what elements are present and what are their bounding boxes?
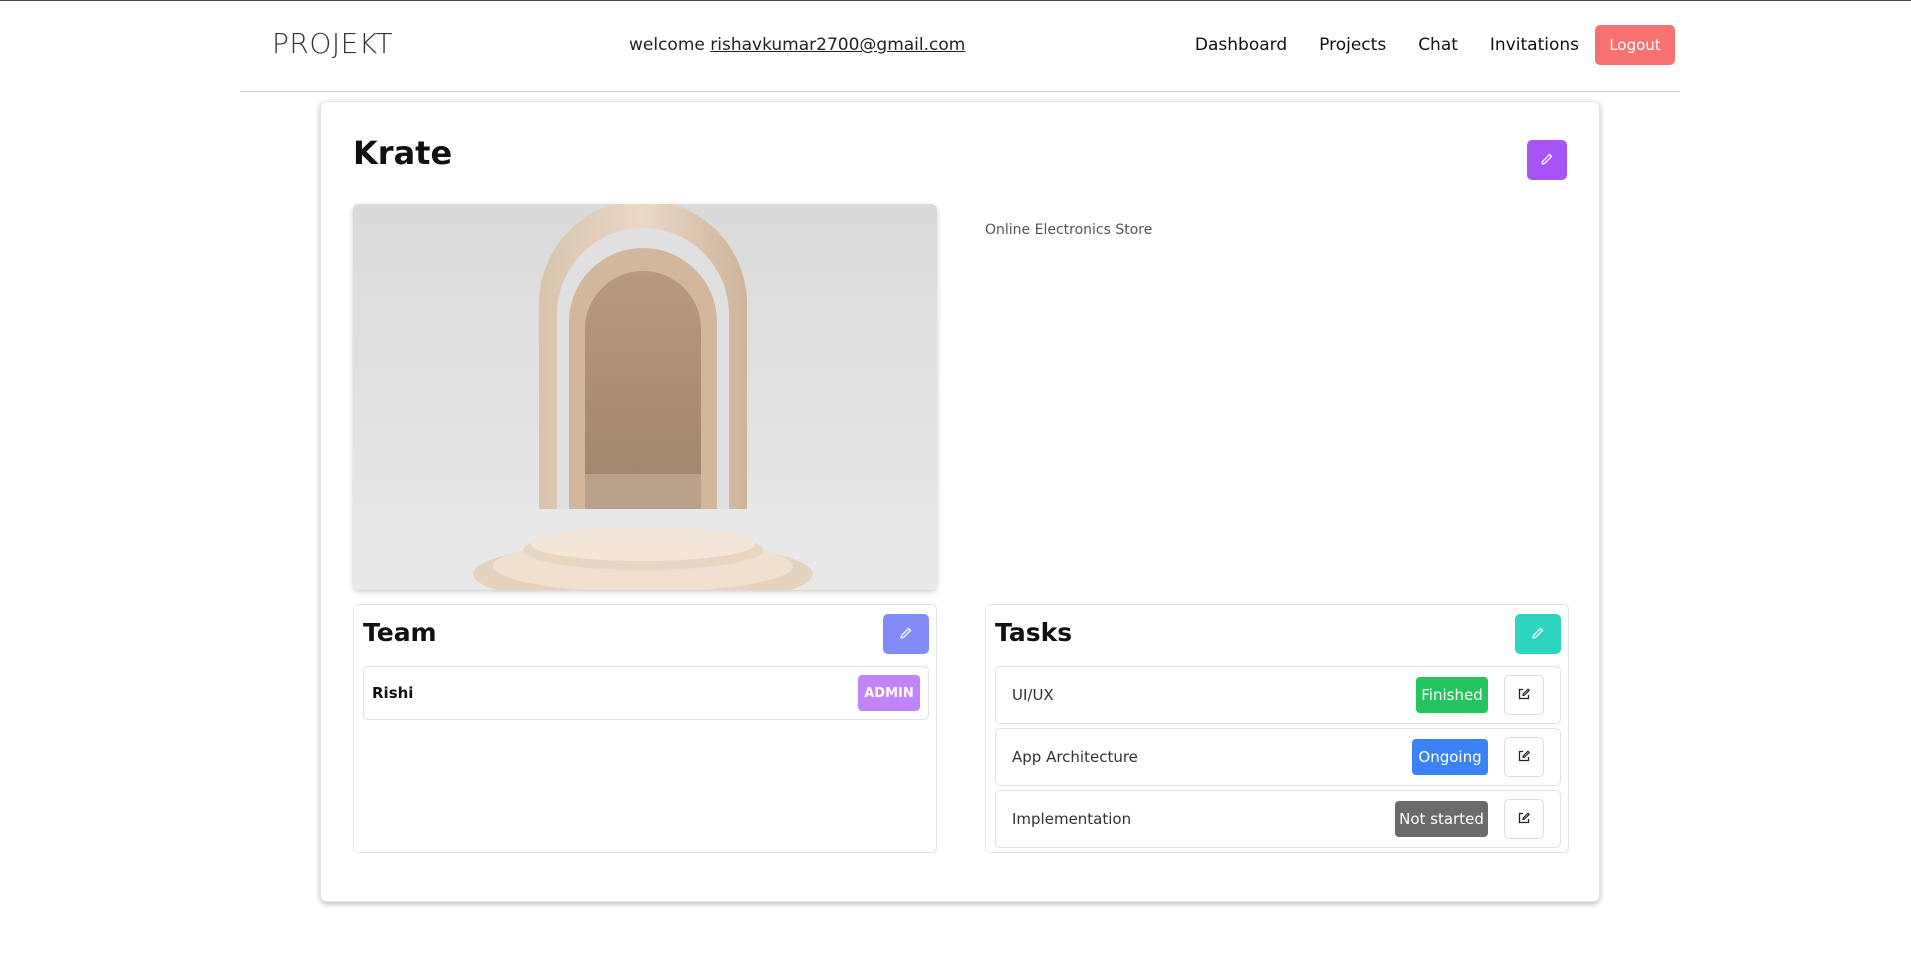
edit-square-icon [1517,811,1531,828]
task-row[interactable]: App Architecture Ongoing [995,728,1561,786]
nav-chat[interactable]: Chat [1418,35,1458,55]
team-panel: Team Rishi ADMIN [353,604,937,853]
edit-tasks-button[interactable] [1515,614,1561,654]
welcome-message: welcome rishavkumar2700@gmail.com [629,35,965,55]
top-navbar: PROJEKT welcome rishavkumar2700@gmail.co… [240,1,1680,92]
role-badge: ADMIN [858,675,920,711]
project-description: Online Electronics Store [985,222,1153,238]
project-title: Krate [353,134,453,172]
arch-doorway-image [353,204,937,590]
app-logo[interactable]: PROJEKT [272,27,393,60]
project-card: Krate Online Electronics Store Team Rish… [320,101,1600,902]
user-email-link[interactable]: rishavkumar2700@gmail.com [710,35,965,55]
task-name: UI/UX [1012,686,1054,704]
edit-task-button[interactable] [1504,675,1544,715]
edit-square-icon [1517,749,1531,766]
edit-project-button[interactable] [1527,140,1567,180]
edit-team-button[interactable] [883,614,929,654]
logout-button[interactable]: Logout [1595,25,1675,65]
tasks-title: Tasks [995,618,1073,647]
member-name: Rishi [372,684,414,702]
tasks-panel: Tasks UI/UX Finished App Architecture On… [985,604,1569,853]
status-badge: Not started [1395,801,1488,837]
nav-invitations[interactable]: Invitations [1490,35,1579,55]
main-nav: Dashboard Projects Chat Invitations Logo… [1195,25,1675,65]
task-row[interactable]: Implementation Not started [995,790,1561,848]
edit-square-icon [1517,687,1531,704]
welcome-prefix: welcome [629,35,705,55]
task-row[interactable]: UI/UX Finished [995,666,1561,724]
status-badge: Ongoing [1412,739,1488,775]
task-name: App Architecture [1012,748,1138,766]
project-image [353,204,937,590]
pencil-icon [1531,626,1545,643]
nav-projects[interactable]: Projects [1319,35,1386,55]
task-name: Implementation [1012,810,1132,828]
pencil-icon [899,626,913,643]
edit-task-button[interactable] [1504,799,1544,839]
edit-task-button[interactable] [1504,737,1544,777]
status-badge: Finished [1416,677,1488,713]
nav-dashboard[interactable]: Dashboard [1195,35,1287,55]
team-member-row[interactable]: Rishi ADMIN [363,666,929,720]
team-title: Team [363,618,437,647]
pencil-icon [1540,152,1554,169]
